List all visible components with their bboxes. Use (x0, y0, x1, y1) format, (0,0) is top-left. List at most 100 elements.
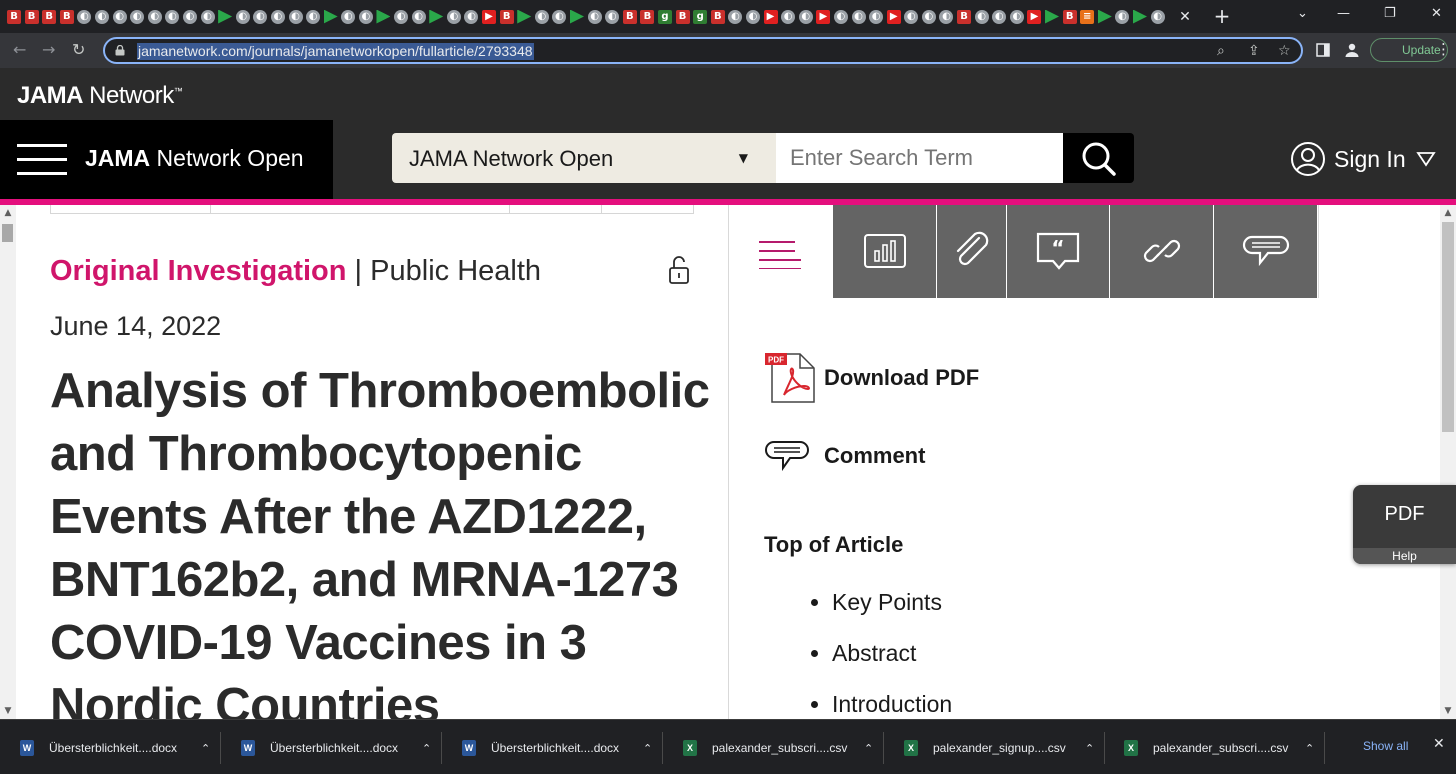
tab-favicon-icon[interactable]: ◐ (745, 9, 760, 24)
tab-favicons[interactable]: B B B B ◐ ◐ ◐ ◐ ◐ ◐ ◐ ◐ ◐ ◐ ◐ ◐ ◐ ◐ ◐ ◐ ◐ ◐ ◐ ▶ B ◐ ◐ ◐ ◐ B Bg Bg B ◐ ◐ ▶ ◐ ◐… (0, 0, 1165, 33)
tab-favicon-icon[interactable]: ◐ (1150, 9, 1165, 24)
tab-favicon-icon[interactable]: ◐ (306, 9, 321, 24)
tab-favicon-icon[interactable]: B (622, 9, 637, 24)
tab-favicon-icon[interactable]: ◐ (446, 9, 461, 24)
tab-favicon-icon[interactable]: B (640, 9, 655, 24)
tab-favicon-icon[interactable]: ◐ (253, 9, 268, 24)
forward-icon[interactable]: → (42, 40, 55, 59)
scroll-down-arrow-icon[interactable]: ▼ (0, 703, 16, 719)
journal-title[interactable]: JAMA Network Open (85, 145, 304, 172)
tab-favicon-icon[interactable]: ◐ (974, 9, 989, 24)
download-item[interactable]: W Übersterblichkeit....docx ⌃ (20, 730, 210, 766)
download-options-chevron-icon[interactable]: ⌃ (1305, 742, 1314, 755)
tab-favicon-icon[interactable]: ▶ (763, 9, 778, 24)
tab-favicon-icon[interactable]: ◐ (235, 9, 250, 24)
left-scrollbar[interactable]: ▲ ▼ (0, 205, 16, 719)
left-scroll-thumb[interactable] (2, 224, 13, 242)
tab-favicon-icon[interactable]: g (657, 9, 672, 24)
tab-favicon-icon[interactable]: ◐ (130, 9, 145, 24)
tab-favicon-icon[interactable]: B (1062, 9, 1077, 24)
tab-favicon-icon[interactable]: g (693, 9, 708, 24)
download-item[interactable]: Xpalexander_subscri....csv ⌃ (1124, 730, 1314, 766)
tab-favicon-icon[interactable]: ◐ (921, 9, 936, 24)
scroll-up-arrow-icon[interactable]: ▲ (0, 205, 16, 221)
new-tab-button[interactable]: + (1211, 5, 1233, 27)
download-item[interactable]: W Übersterblichkeit....docx ⌃ (462, 730, 652, 766)
download-options-chevron-icon[interactable]: ⌃ (201, 742, 210, 755)
search-button[interactable] (1063, 133, 1134, 183)
article-type[interactable]: Original Investigation (50, 255, 347, 287)
tab-favicon-icon[interactable]: ◐ (147, 9, 162, 24)
profile-icon[interactable] (1344, 42, 1360, 58)
show-all-downloads-link[interactable]: Show all (1363, 739, 1408, 753)
download-options-chevron-icon[interactable]: ⌃ (422, 742, 431, 755)
tab-favicon-icon[interactable]: ◐ (798, 9, 813, 24)
tab-favicon-icon[interactable]: ◐ (904, 9, 919, 24)
toc-item[interactable]: Introduction (810, 687, 952, 719)
tab-favicon-icon[interactable]: B (675, 9, 690, 24)
tool-supplement-tab[interactable] (937, 205, 1007, 298)
tool-contents-tab[interactable] (729, 205, 833, 298)
comment-link[interactable]: Comment (764, 436, 925, 476)
download-options-chevron-icon[interactable]: ⌃ (643, 742, 652, 755)
top-of-article-heading[interactable]: Top of Article (764, 532, 903, 558)
tab-favicon-icon[interactable] (429, 9, 444, 24)
sign-in-button[interactable]: Sign In (1290, 140, 1436, 178)
tab-favicon-icon[interactable]: B (957, 9, 972, 24)
tab-favicon-icon[interactable]: B (710, 9, 725, 24)
tab-favicon-icon[interactable]: ▶ (482, 9, 497, 24)
tab-favicon-icon[interactable]: ◐ (851, 9, 866, 24)
minimize-icon[interactable]: — (1337, 6, 1350, 21)
download-options-chevron-icon[interactable]: ⌃ (1085, 742, 1094, 755)
tab-favicon-icon[interactable] (517, 9, 532, 24)
tab-favicon-icon[interactable]: ◐ (869, 9, 884, 24)
right-scroll-thumb[interactable] (1442, 222, 1454, 432)
tab-favicon-icon[interactable]: ▶ (1027, 9, 1042, 24)
tab-favicon-icon[interactable]: B (24, 9, 39, 24)
download-options-chevron-icon[interactable]: ⌃ (864, 742, 873, 755)
search-scope-select[interactable]: JAMA Network Open ▼ (392, 133, 776, 183)
tab-favicon-icon[interactable] (218, 9, 233, 24)
share-icon[interactable]: ⇪ (1248, 43, 1260, 59)
tab-favicon-icon[interactable]: ◐ (341, 9, 356, 24)
tab-favicon-icon[interactable] (570, 9, 584, 24)
tab-favicon-icon[interactable]: ◐ (182, 9, 197, 24)
article-category[interactable]: Public Health (370, 255, 541, 287)
tab-favicon-icon[interactable]: ◐ (165, 9, 180, 24)
tab-favicon-icon[interactable]: ◐ (939, 9, 954, 24)
floating-pdf-button[interactable]: PDF Help (1353, 485, 1456, 564)
tab-favicon-icon[interactable]: ◐ (411, 9, 426, 24)
tab-favicon-icon[interactable]: ◐ (394, 9, 409, 24)
tab-favicon-icon[interactable]: ◐ (833, 9, 848, 24)
tool-figures-tab[interactable] (833, 205, 937, 298)
tab-favicon-icon[interactable] (1045, 9, 1060, 24)
tab-favicon-icon[interactable]: B (42, 9, 57, 24)
tab-favicon-icon[interactable]: ◐ (587, 9, 602, 24)
tab-favicon-icon[interactable] (323, 9, 338, 24)
scroll-down-arrow-icon[interactable]: ▼ (1440, 703, 1456, 719)
tab-favicon-icon[interactable]: ◐ (94, 9, 109, 24)
omnibox[interactable]: jamanetwork.com/journals/jamanetworkopen… (103, 37, 1303, 64)
lock-icon[interactable] (115, 45, 125, 56)
tab-favicon-icon[interactable]: ◐ (112, 9, 127, 24)
download-item[interactable]: W Übersterblichkeit....docx ⌃ (241, 730, 431, 766)
tool-permissions-tab[interactable] (1110, 205, 1214, 298)
tab-favicon-icon[interactable]: ▶ (886, 9, 901, 24)
tab-favicon-icon[interactable]: ◐ (534, 9, 549, 24)
tool-cite-tab[interactable]: “ (1007, 205, 1110, 298)
download-item[interactable]: Xpalexander_signup....csv ⌃ (904, 730, 1094, 766)
tab-favicon-icon[interactable]: ◐ (200, 9, 215, 24)
search-input[interactable] (776, 133, 1063, 183)
tab-favicon-icon[interactable]: ▶ (816, 9, 831, 24)
zoom-icon[interactable]: ⌕ (1217, 43, 1225, 59)
tab-favicon-icon[interactable]: B (59, 9, 74, 24)
url-text[interactable]: jamanetwork.com/journals/jamanetworkopen… (137, 43, 534, 60)
tab-favicon-icon[interactable]: ◐ (992, 9, 1007, 24)
tab-favicon-icon[interactable]: B (499, 9, 514, 24)
window-close-icon[interactable]: ✕ (1431, 6, 1442, 21)
tab-search-chevron-icon[interactable]: ⌄ (1297, 6, 1308, 21)
tab-favicon-icon[interactable]: ◐ (781, 9, 796, 24)
scroll-up-arrow-icon[interactable]: ▲ (1440, 205, 1456, 221)
tab-favicon-icon[interactable] (1097, 9, 1112, 24)
tab-favicon-icon[interactable]: ◐ (464, 9, 479, 24)
